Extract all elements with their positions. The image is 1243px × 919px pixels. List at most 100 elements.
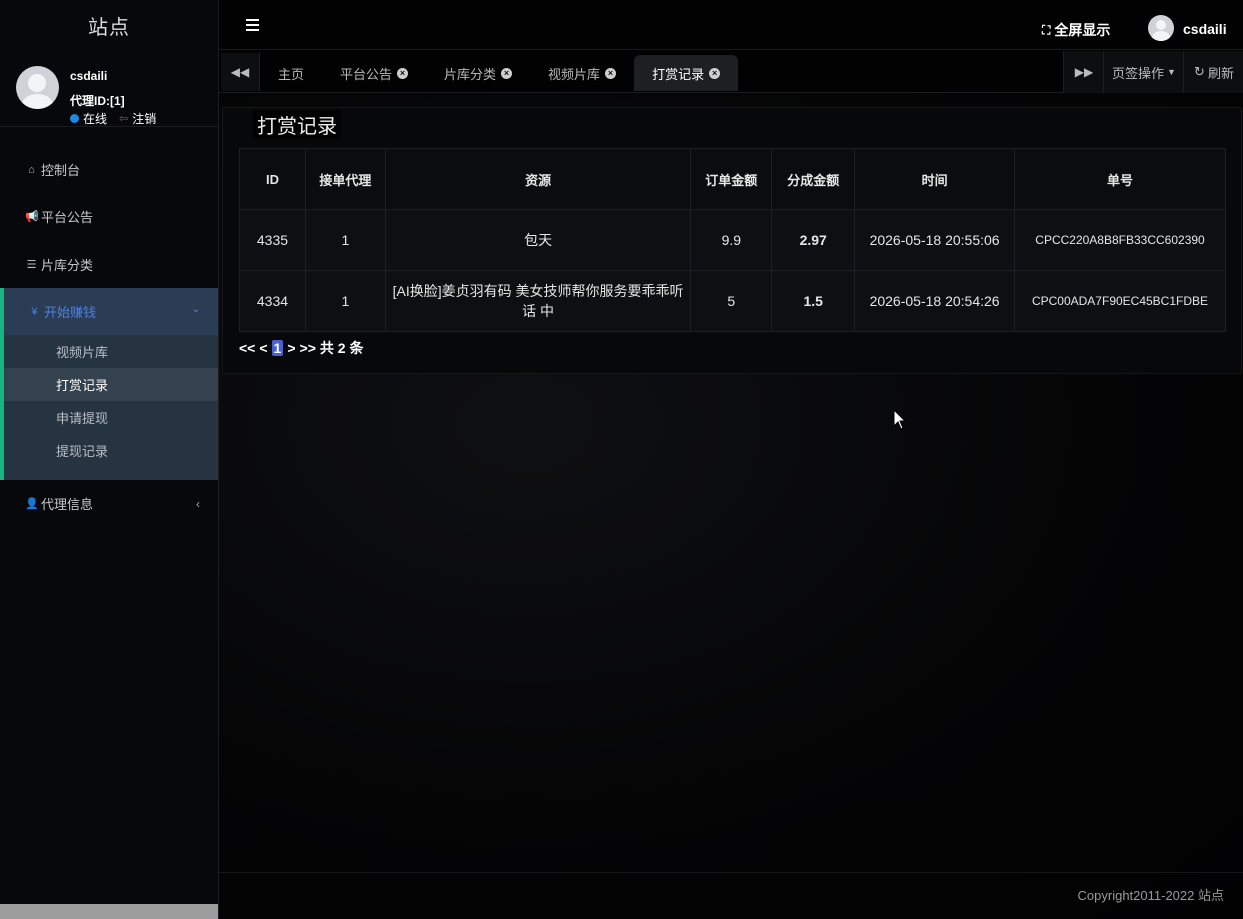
logout-link[interactable]: 注销 [132,110,156,127]
user-name: csdaili [70,69,108,83]
pager-next[interactable]: > [287,340,295,356]
fullscreen-label: 全屏显示 [1054,22,1111,38]
sidebar-item-label: 平台公告 [41,210,94,225]
tabs-scroll-left-button[interactable]: ◀◀ [221,53,260,91]
copyright: Copyright2011-2022 站点 [1077,888,1224,903]
top-avatar[interactable] [1148,15,1174,41]
sidebar-item-dashboard[interactable]: ⌂ 控制台 [0,146,218,193]
fullscreen-icon: ⛶ [1042,22,1051,37]
user-status-row: 在线 ⇦ 注销 [70,110,156,127]
user-icon: 👤 [25,498,39,510]
mouse-cursor-icon [893,409,907,430]
site-title: 站点 [88,16,130,39]
pager-last[interactable]: >> [300,340,316,356]
cell-agent: 1 [304,209,386,271]
chevron-down-icon: ⌄ [191,304,200,315]
sidebar: 站点 csdaili 代理ID:[1] 在线 ⇦ 注销 ⌂ 控制台 📢 平台公告… [0,0,219,919]
cell-order-no: CPC00ADA7F90EC45BC1FDBE [1014,270,1226,332]
col-header-agent: 接单代理 [304,148,386,210]
close-icon[interactable]: × [501,67,513,79]
tab-tip-records[interactable]: 打赏记录 × [634,55,739,91]
records-panel: 打赏记录 ID 接单代理 资源 订单金额 分成金额 时间 单号 4335 1 包… [222,107,1242,374]
double-chevron-right-icon: ▶▶ [1074,65,1094,79]
sidebar-scrollbar[interactable] [0,904,218,919]
sidebar-item-announcement[interactable]: 📢 平台公告 [0,193,218,240]
cell-id: 4334 [239,270,306,332]
tab-list: 主页 平台公告 × 片库分类 × 视频片库 × 打赏记录 × [260,55,739,93]
tab-announcement[interactable]: 平台公告 × [322,55,426,91]
refresh-icon: ↻ [1194,64,1205,79]
col-header-id: ID [239,148,306,210]
pager-prev[interactable]: < [259,340,267,356]
sidebar-subitem-withdraw-records[interactable]: 提现记录 [4,434,218,467]
avatar [16,66,59,109]
chevron-left-icon: ‹ [196,496,200,511]
cell-id: 4335 [239,209,306,271]
tab-label: 视频片库 [548,66,601,82]
col-header-share-amount: 分成金额 [771,148,856,210]
online-dot-icon [70,114,79,123]
sidebar-item-label: 代理信息 [41,497,94,512]
table-row: 4335 1 包天 9.9 2.97 2026-05-18 20:55:06 C… [239,209,1226,271]
refresh-button[interactable]: ↻ 刷新 [1183,51,1243,93]
cell-resource: 包天 [384,209,692,271]
sidebar-item-label: 控制台 [41,163,81,178]
table-row: 4334 1 [AI换脸]姜贞羽有码 美女技师帮你服务要乖乖听话 中 5 1.5… [239,270,1226,332]
tabs-bar: ◀◀ 主页 平台公告 × 片库分类 × 视频片库 × 打赏记录 × ▶▶ 页签操… [219,51,1243,93]
sidebar-item-label: 开始赚钱 [44,305,97,320]
cell-agent: 1 [304,270,386,332]
tab-operations-dropdown[interactable]: 页签操作 ▼ [1103,51,1184,93]
agent-id: 代理ID:[1] [70,94,125,108]
sidebar-subitem-video-library[interactable]: 视频片库 [4,335,218,368]
col-header-resource: 资源 [384,148,692,210]
menu-toggle-icon[interactable] [246,19,259,34]
cell-share-amount: 2.97 [771,209,856,271]
cell-time: 2026-05-18 20:54:26 [854,270,1015,332]
page-title: 打赏记录 [253,110,341,139]
logout-icon[interactable]: ⇦ [119,112,128,125]
yen-icon: ¥ [31,305,38,318]
cell-order-amount: 9.9 [690,209,773,271]
tab-label: 打赏记录 [652,66,705,82]
sidebar-item-agent-info[interactable]: 👤 代理信息 ‹ [0,480,218,527]
table-header-row: ID 接单代理 资源 订单金额 分成金额 时间 单号 [239,148,1226,210]
tab-label: 平台公告 [340,66,393,82]
pager-first[interactable]: << [239,340,255,356]
tab-ops-label: 页签操作 [1112,65,1165,81]
pager-total: 共 2 条 [319,340,364,356]
col-header-order-no: 单号 [1014,148,1226,210]
double-chevron-left-icon: ◀◀ [230,65,250,79]
close-icon[interactable]: × [605,67,617,79]
top-bar: ⛶ 全屏显示 csdaili [219,0,1243,50]
top-user-name[interactable]: csdaili [1183,21,1227,37]
tab-library-category[interactable]: 片库分类 × [426,55,530,91]
caret-down-icon: ▼ [1167,67,1176,77]
sidebar-item-earn[interactable]: ¥ 开始赚钱 ⌄ [4,288,218,335]
footer: Copyright2011-2022 站点 [219,872,1243,919]
sidebar-subitem-apply-withdraw[interactable]: 申请提现 [4,401,218,434]
sidebar-item-label: 片库分类 [41,258,94,273]
tabs-scroll-right-button[interactable]: ▶▶ [1063,51,1104,93]
close-icon[interactable]: × [709,67,721,79]
fullscreen-button[interactable]: ⛶ 全屏显示 [1042,20,1110,40]
tab-label: 片库分类 [444,66,497,82]
sidebar-subitem-tip-records[interactable]: 打赏记录 [4,368,218,401]
pager-current[interactable]: 1 [271,340,284,356]
close-icon[interactable]: × [397,67,409,79]
sidebar-group-earn: ¥ 开始赚钱 ⌄ 视频片库 打赏记录 申请提现 提现记录 [0,288,218,480]
tab-label: 主页 [278,66,305,82]
pagination: << < 1 > >> 共 2 条 [239,338,363,358]
records-table: ID 接单代理 资源 订单金额 分成金额 时间 单号 4335 1 包天 9.9… [239,148,1226,332]
list-icon: ☰ [26,259,37,271]
cell-order-no: CPCC220A8B8FB33CC602390 [1014,209,1226,271]
cell-order-amount: 5 [690,270,773,332]
tab-home[interactable]: 主页 [260,55,322,91]
cell-resource: [AI换脸]姜贞羽有码 美女技师帮你服务要乖乖听话 中 [384,270,692,332]
col-header-time: 时间 [854,148,1015,210]
sidebar-item-library-category[interactable]: ☰ 片库分类 [0,241,218,288]
refresh-label: 刷新 [1207,65,1234,81]
cell-share-amount: 1.5 [771,270,856,332]
megaphone-icon: 📢 [25,211,39,223]
tab-video-library[interactable]: 视频片库 × [530,55,634,91]
col-header-order-amount: 订单金额 [690,148,773,210]
